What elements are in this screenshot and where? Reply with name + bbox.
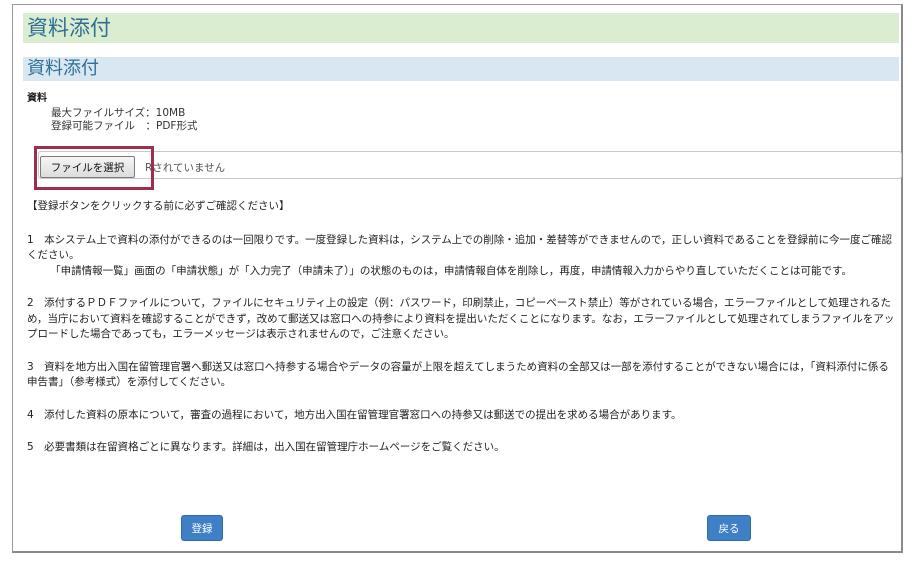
notice-section: 【登録ボタンをクリックする前に必ずご確認ください】 1 本システム上で資料の添付… bbox=[27, 199, 897, 473]
notice-item-1-note: 「申請情報一覧」画面の「申請状態」が「入力完了（申請未了）」の状態のものは，申請… bbox=[50, 264, 852, 277]
notice-item-5: 5 必要書類は在留資格ごとに異なります。詳細は，出入国在留管理庁ホームページをご… bbox=[27, 441, 505, 453]
notice-item-1: 1 本システム上で資料の添付ができるのは一回限りです。一度登録した資料は，システ… bbox=[27, 233, 897, 280]
section-header: 資料添付 bbox=[23, 57, 899, 81]
file-constraints: 最大ファイルサイズ：10MB 登録可能ファイル ：PDF形式 bbox=[51, 107, 197, 133]
section-title: 資料添付 bbox=[27, 58, 99, 79]
back-button[interactable]: 戻る bbox=[707, 515, 751, 541]
page-header: 資料添付 bbox=[23, 13, 899, 43]
notice-heading: 【登録ボタンをクリックする前に必ずご確認ください】 bbox=[27, 200, 290, 212]
notice-item-4: 4 添付した資料の原本について，審査の過程において，地方出入国在留管理官署窓口へ… bbox=[27, 408, 682, 421]
notice-item-2: 2 添付するＰＤＦファイルについて，ファイルにセキュリティ上の設定（例：パスワー… bbox=[27, 297, 895, 340]
file-status-text: Rされていません bbox=[145, 162, 226, 174]
max-file-size: 最大ファイルサイズ：10MB bbox=[51, 107, 186, 119]
highlight-annotation bbox=[34, 146, 154, 190]
allowed-file-type: 登録可能ファイル ：PDF形式 bbox=[51, 120, 198, 132]
content-frame: 資料添付 資料添付 資料 最大ファイルサイズ：10MB 登録可能ファイル ：PD… bbox=[12, 4, 903, 553]
notice-item-3: 3 資料を地方出入国在留管理官署へ郵送又は窓口へ持参する場合やデータの容量が上限… bbox=[27, 360, 889, 389]
page-title: 資料添付 bbox=[27, 16, 111, 40]
register-button[interactable]: 登録 bbox=[181, 515, 223, 541]
notice-item-1-text: 1 本システム上で資料の添付ができるのは一回限りです。一度登録した資料は，システ… bbox=[27, 233, 892, 262]
field-label: 資料 bbox=[27, 93, 47, 104]
